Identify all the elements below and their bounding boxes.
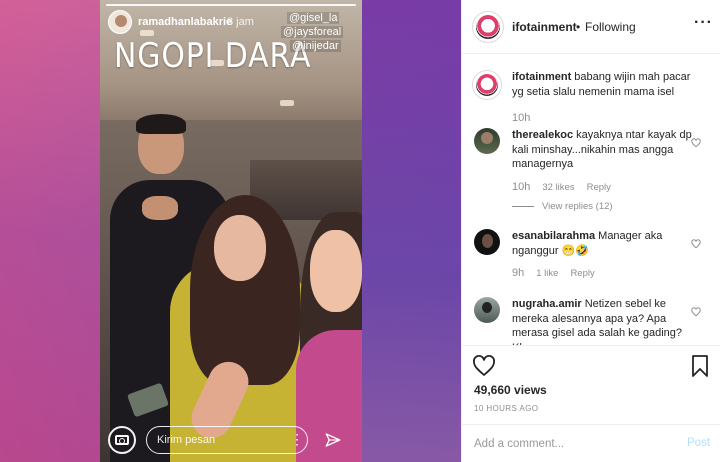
reply-button[interactable]: Reply [587, 182, 611, 193]
comment-likes[interactable]: 1 like [536, 268, 558, 279]
story-avatar[interactable] [108, 10, 132, 34]
send-icon[interactable] [324, 431, 342, 449]
story-mention[interactable]: @jaysforeal [281, 26, 344, 38]
story-mention[interactable]: @gisel_la [287, 12, 340, 24]
more-options-icon[interactable]: ··· [694, 14, 713, 32]
comment-time: 9h [512, 267, 525, 279]
follow-status-button[interactable]: Following [585, 20, 636, 34]
comment-time: 10h [512, 181, 531, 193]
story-mention[interactable]: @inijedar [290, 40, 341, 52]
comment-avatar[interactable] [472, 70, 502, 100]
reply-button[interactable]: Reply [570, 268, 594, 279]
like-comment-icon[interactable] [691, 307, 701, 317]
post-media: ramadhanlabakrie 8 jam NGOPI DARA @gisel… [0, 0, 461, 462]
comment-input[interactable] [474, 434, 674, 454]
comment-avatar[interactable] [474, 297, 500, 323]
post-actions: 49,660 views 10 HOURS AGO Post [462, 345, 720, 462]
comment-likes[interactable]: 32 likes [542, 182, 574, 193]
add-comment-bar: Post [462, 424, 720, 462]
comment-username[interactable]: esanabilarahma [512, 230, 595, 242]
comments-list[interactable]: ifotainment babang wijin mah pacar yg set… [462, 55, 720, 345]
comment-avatar[interactable] [474, 128, 500, 154]
camera-icon[interactable] [108, 426, 136, 454]
more-vertical-icon[interactable]: ⋮ [290, 432, 304, 446]
post-comment-button[interactable]: Post [687, 437, 710, 449]
post-panel: ifotainment • Following ··· ifotainment b… [461, 0, 720, 462]
story-reply-input[interactable] [146, 426, 308, 454]
post-header: ifotainment • Following ··· [462, 0, 720, 54]
view-count[interactable]: 49,660 views [474, 383, 547, 397]
account-avatar[interactable] [472, 11, 504, 43]
header-separator: • [576, 20, 581, 34]
story-time: 8 jam [227, 16, 254, 28]
heart-icon[interactable] [472, 354, 496, 378]
story-caption: NGOPI DARA [114, 36, 312, 76]
person-woman2-face [310, 230, 362, 312]
post-timestamp: 10 HOURS AGO [474, 404, 539, 413]
media-blur-right [362, 0, 461, 462]
comment-username[interactable]: ifotainment [512, 71, 571, 83]
like-comment-icon[interactable] [691, 138, 701, 148]
story-username[interactable]: ramadhanlabakrie [138, 16, 232, 28]
ceiling-light [280, 100, 294, 106]
comment-avatar[interactable] [474, 229, 500, 255]
person-woman-face [214, 215, 266, 281]
person-man-hair [136, 114, 186, 134]
view-replies-label: View replies (12) [542, 201, 613, 212]
story-progress-bar [106, 4, 356, 6]
person-man-hands [142, 196, 178, 220]
account-username[interactable]: ifotainment [512, 20, 577, 34]
comment-username[interactable]: nugraha.amir [512, 298, 582, 310]
comment-time: 10h [512, 112, 531, 124]
comment-username[interactable]: therealekoc [512, 129, 573, 141]
like-comment-icon[interactable] [691, 239, 701, 249]
story-reply-bar: ⋮ [100, 420, 362, 462]
media-blur-left [0, 0, 100, 462]
bookmark-icon[interactable] [690, 354, 710, 378]
view-replies-button[interactable]: View replies (12) [512, 201, 613, 212]
